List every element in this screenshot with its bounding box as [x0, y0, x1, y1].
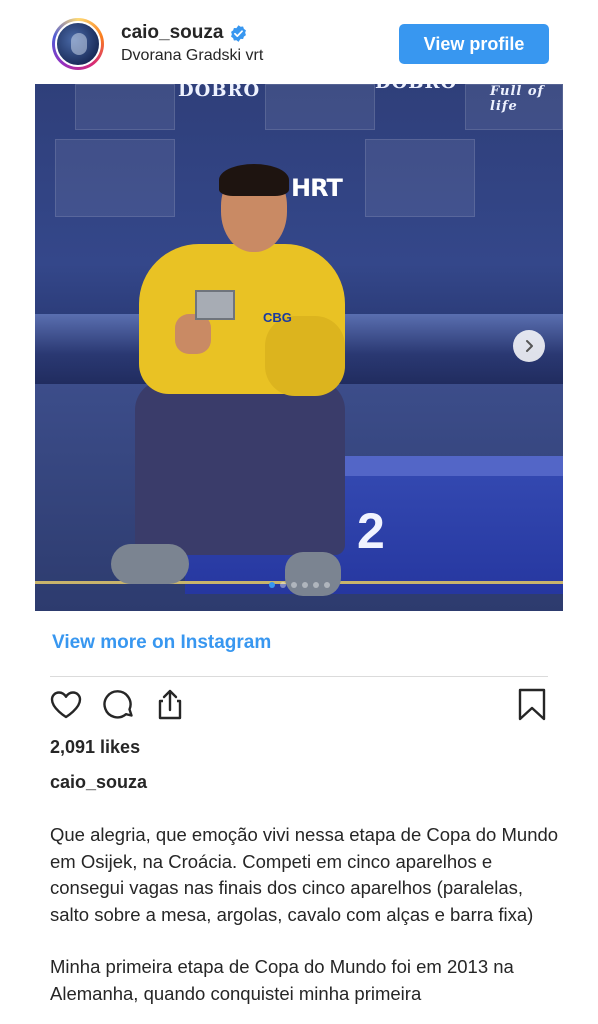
- avatar-image: [55, 21, 101, 67]
- avatar[interactable]: [52, 18, 104, 70]
- likes-count[interactable]: 2,091 likes: [50, 737, 140, 758]
- carousel-dots: [35, 582, 563, 588]
- username-row: caio_souza: [121, 22, 248, 44]
- post-header: caio_souza Dvorana Gradski vrt View prof…: [0, 0, 598, 84]
- athlete-shoe: [111, 544, 189, 584]
- hrt-logo: HRT: [291, 174, 343, 202]
- caption-username[interactable]: caio_souza: [50, 772, 147, 793]
- wall-panel: [365, 139, 475, 217]
- wall-logo-text: DOBRO: [375, 84, 457, 93]
- share-icon[interactable]: [153, 688, 187, 722]
- wall-logo-text: DOBRO: [178, 84, 261, 101]
- wall-panel: [55, 139, 175, 217]
- medal: [195, 290, 235, 320]
- post-media[interactable]: DOBRO DOBRO Full of life HRT 2 CBG: [35, 84, 563, 611]
- carousel-dot: [301, 582, 308, 588]
- bookmark-icon[interactable]: [515, 688, 549, 722]
- caption-paragraph: Que alegria, que emoção vivi nessa etapa…: [50, 824, 559, 925]
- action-bar: [49, 688, 549, 724]
- athlete-arm: [265, 316, 345, 396]
- wall-logo-text: Full of life: [490, 84, 545, 114]
- location-link[interactable]: Dvorana Gradski vrt: [121, 47, 263, 65]
- wall-panel: [265, 84, 375, 130]
- athlete-legs: [135, 380, 345, 555]
- view-more-link[interactable]: View more on Instagram: [52, 632, 271, 654]
- carousel-next-button[interactable]: [513, 330, 545, 362]
- username-link[interactable]: caio_souza: [121, 22, 223, 44]
- caption-paragraph: Minha primeira etapa de Copa do Mundo fo…: [50, 956, 514, 1004]
- cbg-logo: CBG: [263, 310, 292, 325]
- chevron-right-icon: [526, 340, 533, 352]
- view-profile-button[interactable]: View profile: [399, 24, 549, 64]
- verified-badge-icon: [231, 24, 247, 42]
- carousel-dot: [312, 582, 319, 588]
- athlete-shoe: [285, 552, 341, 596]
- carousel-dot: [323, 582, 330, 588]
- athlete-hair: [219, 164, 289, 196]
- comment-icon[interactable]: [102, 688, 136, 722]
- caption-text: Que alegria, que emoção vivi nessa etapa…: [50, 822, 560, 1024]
- carousel-dot: [268, 582, 275, 588]
- divider: [50, 676, 548, 677]
- podium-number: 2: [357, 503, 385, 559]
- carousel-dot: [290, 582, 297, 588]
- carousel-dot: [279, 582, 286, 588]
- athlete-hand: [175, 314, 211, 354]
- wall-panel: [75, 84, 175, 130]
- heart-icon[interactable]: [49, 688, 83, 722]
